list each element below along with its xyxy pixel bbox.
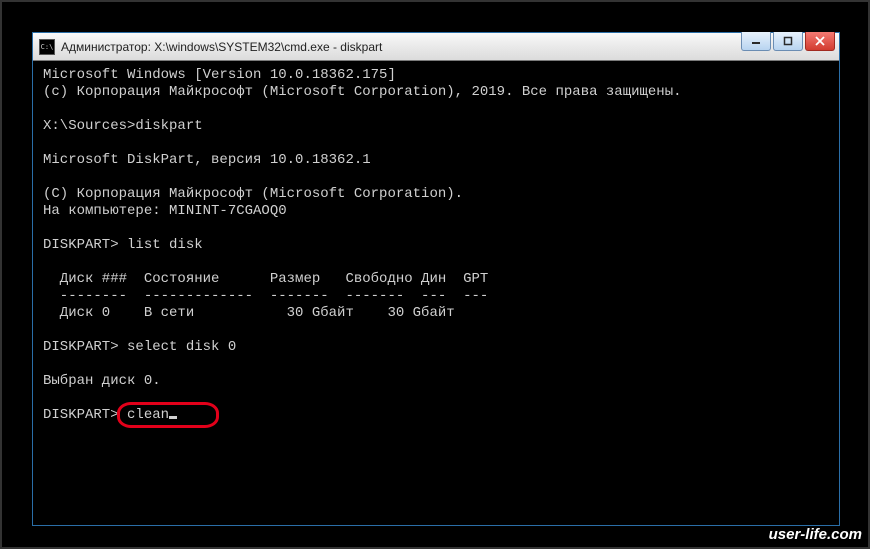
close-icon: [815, 36, 825, 46]
close-button[interactable]: [805, 32, 835, 51]
window-buttons: [741, 32, 835, 51]
minimize-icon: [751, 36, 761, 46]
cmd-window: C:\ Администратор: X:\windows\SYSTEM32\c…: [32, 32, 840, 526]
cursor: [169, 416, 177, 419]
titlebar[interactable]: C:\ Администратор: X:\windows\SYSTEM32\c…: [33, 33, 839, 61]
terminal-area[interactable]: Microsoft Windows [Version 10.0.18362.17…: [37, 63, 835, 521]
diskpart-prompt: DISKPART>: [43, 407, 127, 423]
screenshot-frame: C:\ Администратор: X:\windows\SYSTEM32\c…: [0, 0, 870, 549]
maximize-icon: [783, 36, 793, 46]
maximize-button[interactable]: [773, 32, 803, 51]
watermark: user-life.com: [769, 526, 862, 543]
typed-command: clean: [127, 407, 169, 423]
minimize-button[interactable]: [741, 32, 771, 51]
window-title: Администратор: X:\windows\SYSTEM32\cmd.e…: [61, 40, 839, 54]
cmd-icon: C:\: [39, 39, 55, 55]
terminal-text: Microsoft Windows [Version 10.0.18362.17…: [37, 63, 835, 428]
